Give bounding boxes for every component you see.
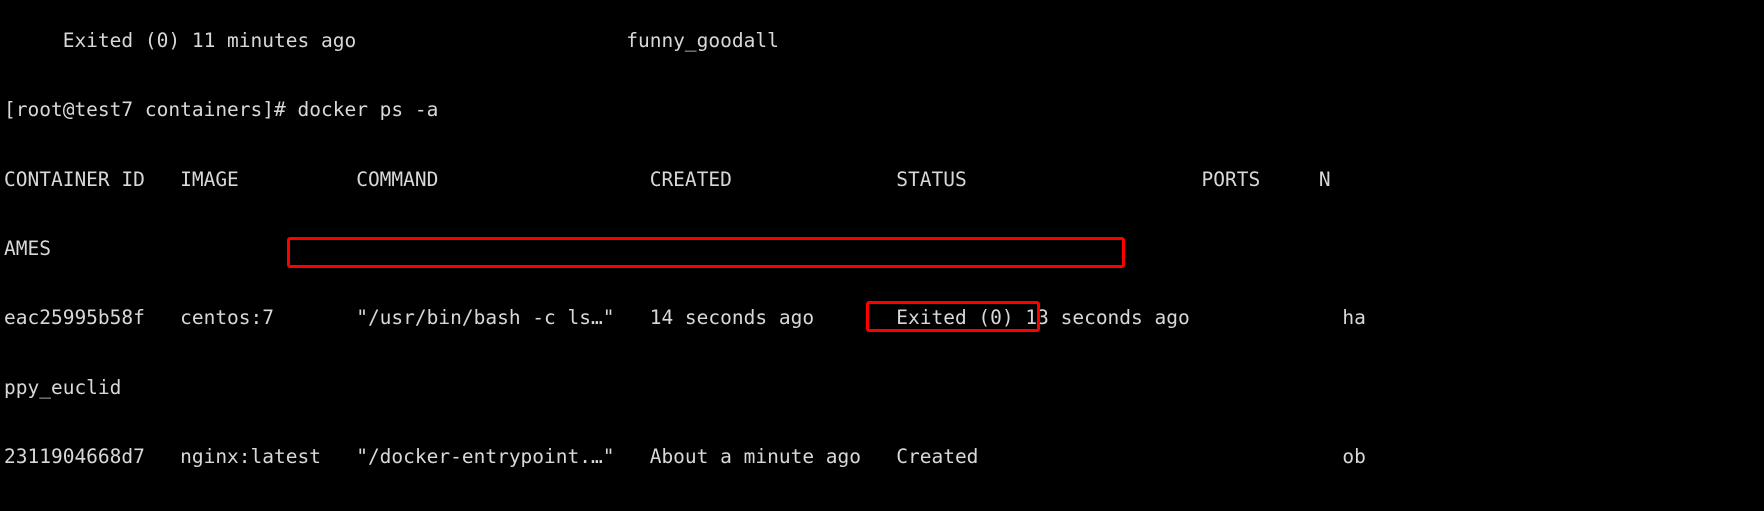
terminal-line: Exited (0) 11 minutes ago funny_goodall bbox=[4, 29, 779, 53]
terminal-table-header: CONTAINER ID IMAGE COMMAND CREATED STATU… bbox=[4, 167, 1331, 191]
terminal-screen[interactable]: Exited (0) 11 minutes ago funny_goodall … bbox=[4, 0, 1554, 511]
terminal-table-row: eac25995b58f centos:7 "/usr/bin/bash -c … bbox=[4, 306, 1366, 330]
terminal-table-row: 2311904668d7 nginx:latest "/docker-entry… bbox=[4, 444, 1366, 468]
terminal-line-wrap: ppy_euclid bbox=[4, 375, 122, 399]
terminal-line-wrap: AMES bbox=[4, 237, 51, 261]
terminal-window[interactable]: Exited (0) 11 minutes ago funny_goodall … bbox=[0, 0, 1764, 511]
terminal-prompt-line: [root@test7 containers]# docker ps -a bbox=[4, 98, 439, 122]
